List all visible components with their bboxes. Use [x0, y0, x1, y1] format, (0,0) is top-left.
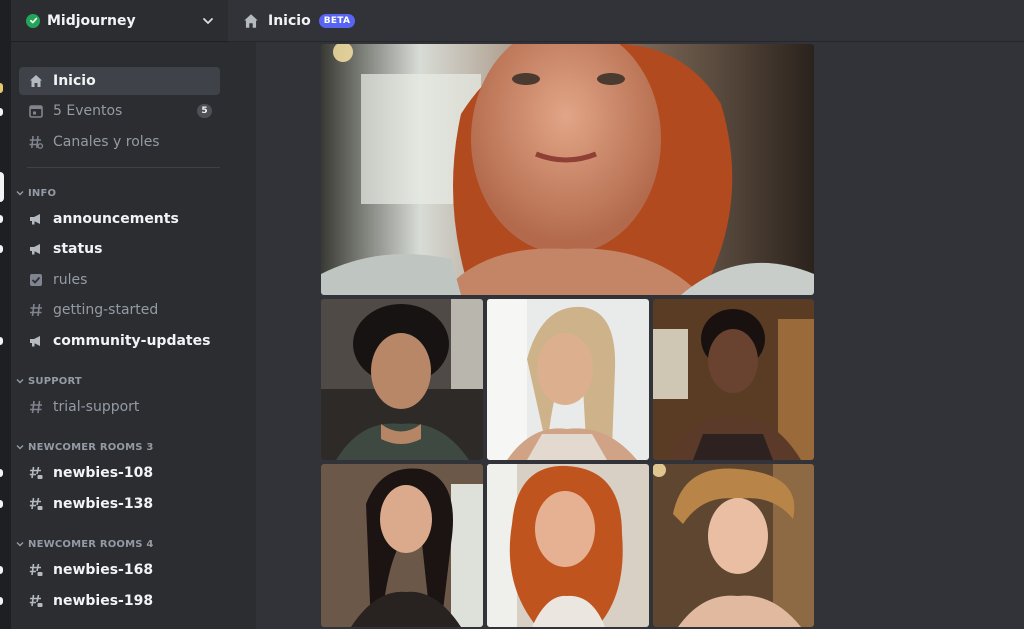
events-count-badge: 5 [197, 104, 212, 118]
nav-events[interactable]: 5 Eventos 5 [19, 97, 220, 125]
nav-events-label: 5 Eventos [53, 103, 123, 119]
unread-indicator [0, 83, 3, 93]
unread-indicator [0, 469, 3, 477]
gallery-image[interactable] [487, 299, 649, 460]
unread-indicator [0, 337, 3, 345]
home-icon [27, 72, 45, 90]
content-gutter [228, 42, 256, 629]
hashtag-thread-icon [27, 561, 45, 579]
channel-label: newbies-198 [53, 593, 154, 609]
nav-home-label: Inicio [53, 73, 96, 89]
channel-label: trial-support [53, 399, 140, 415]
channel-label: newbies-168 [53, 562, 154, 578]
channel-label: announcements [53, 211, 179, 227]
category-label: SUPPORT [28, 375, 82, 387]
nav-home[interactable]: Inicio [19, 67, 220, 95]
channel-label: newbies-108 [53, 465, 154, 481]
page-title: Inicio [268, 12, 311, 29]
checkbox-icon [27, 271, 45, 289]
chevron-down-icon [15, 443, 25, 451]
unread-indicator [0, 245, 3, 253]
channel-label: rules [53, 272, 88, 288]
chevron-down-icon[interactable] [202, 15, 214, 27]
verified-check-icon [26, 13, 40, 28]
unread-indicator [0, 500, 3, 508]
channel-label: newbies-138 [53, 496, 154, 512]
category-support[interactable]: SUPPORT [15, 373, 82, 389]
gallery-image[interactable] [321, 299, 483, 460]
chevron-down-icon [15, 377, 25, 385]
channel-label: community-updates [53, 333, 211, 349]
gallery-image[interactable] [653, 299, 814, 460]
gallery-image[interactable] [321, 464, 483, 627]
sidebar-divider [27, 167, 220, 168]
channel-newbies-168[interactable]: newbies-168 [19, 556, 220, 584]
category-info[interactable]: INFO [15, 185, 56, 201]
channel-newbies-138[interactable]: newbies-138 [19, 490, 220, 518]
unread-indicator [0, 597, 3, 605]
megaphone-icon [27, 240, 45, 258]
home-content [228, 42, 1024, 629]
channel-community-updates[interactable]: community-updates [19, 327, 220, 355]
channel-label: getting-started [53, 302, 159, 318]
channel-getting-started[interactable]: getting-started [19, 296, 220, 324]
nav-channels-roles-label: Canales y roles [53, 134, 160, 150]
server-header[interactable]: Midjourney [11, 0, 228, 42]
category-label: NEWCOMER ROOMS 3 [28, 441, 154, 453]
image-showcase [256, 42, 1024, 629]
gallery-image[interactable] [653, 464, 814, 627]
category-newcomer-rooms-3[interactable]: NEWCOMER ROOMS 3 [15, 439, 154, 455]
server-rail [0, 0, 11, 629]
beta-badge: BETA [318, 13, 356, 28]
unread-indicator [0, 108, 3, 116]
category-label: NEWCOMER ROOMS 4 [28, 538, 154, 550]
hashtag-icon [27, 301, 45, 319]
channel-rules[interactable]: rules [19, 266, 220, 294]
category-label: INFO [28, 187, 57, 199]
category-newcomer-rooms-4[interactable]: NEWCOMER ROOMS 4 [15, 536, 154, 552]
channel-announcements[interactable]: announcements [19, 205, 220, 233]
channel-status[interactable]: status [19, 235, 220, 263]
megaphone-icon [27, 332, 45, 350]
nav-channels-roles[interactable]: Canales y roles [19, 128, 220, 156]
top-bar: Inicio BETA [228, 0, 1024, 42]
channel-label: status [53, 241, 103, 257]
channel-sidebar: Midjourney Inicio 5 Eventos 5 Canales y … [11, 0, 228, 629]
selected-server-indicator [0, 172, 4, 202]
gallery-image[interactable] [487, 464, 649, 627]
hashtag-thread-icon [27, 592, 45, 610]
calendar-icon [27, 102, 45, 120]
channel-trial-support[interactable]: trial-support [19, 393, 220, 421]
hashtag-thread-icon [27, 464, 45, 482]
server-name: Midjourney [47, 12, 136, 29]
megaphone-icon [27, 210, 45, 228]
hashtag-icon [27, 398, 45, 416]
channel-newbies-198[interactable]: newbies-198 [19, 587, 220, 615]
unread-indicator [0, 215, 3, 223]
unread-indicator [0, 566, 3, 574]
hashtag-gear-icon [27, 133, 45, 151]
chevron-down-icon [15, 189, 25, 197]
chevron-down-icon [15, 540, 25, 548]
hero-image[interactable] [321, 44, 814, 295]
channel-newbies-108[interactable]: newbies-108 [19, 459, 220, 487]
hashtag-thread-icon [27, 495, 45, 513]
home-icon [242, 12, 260, 30]
